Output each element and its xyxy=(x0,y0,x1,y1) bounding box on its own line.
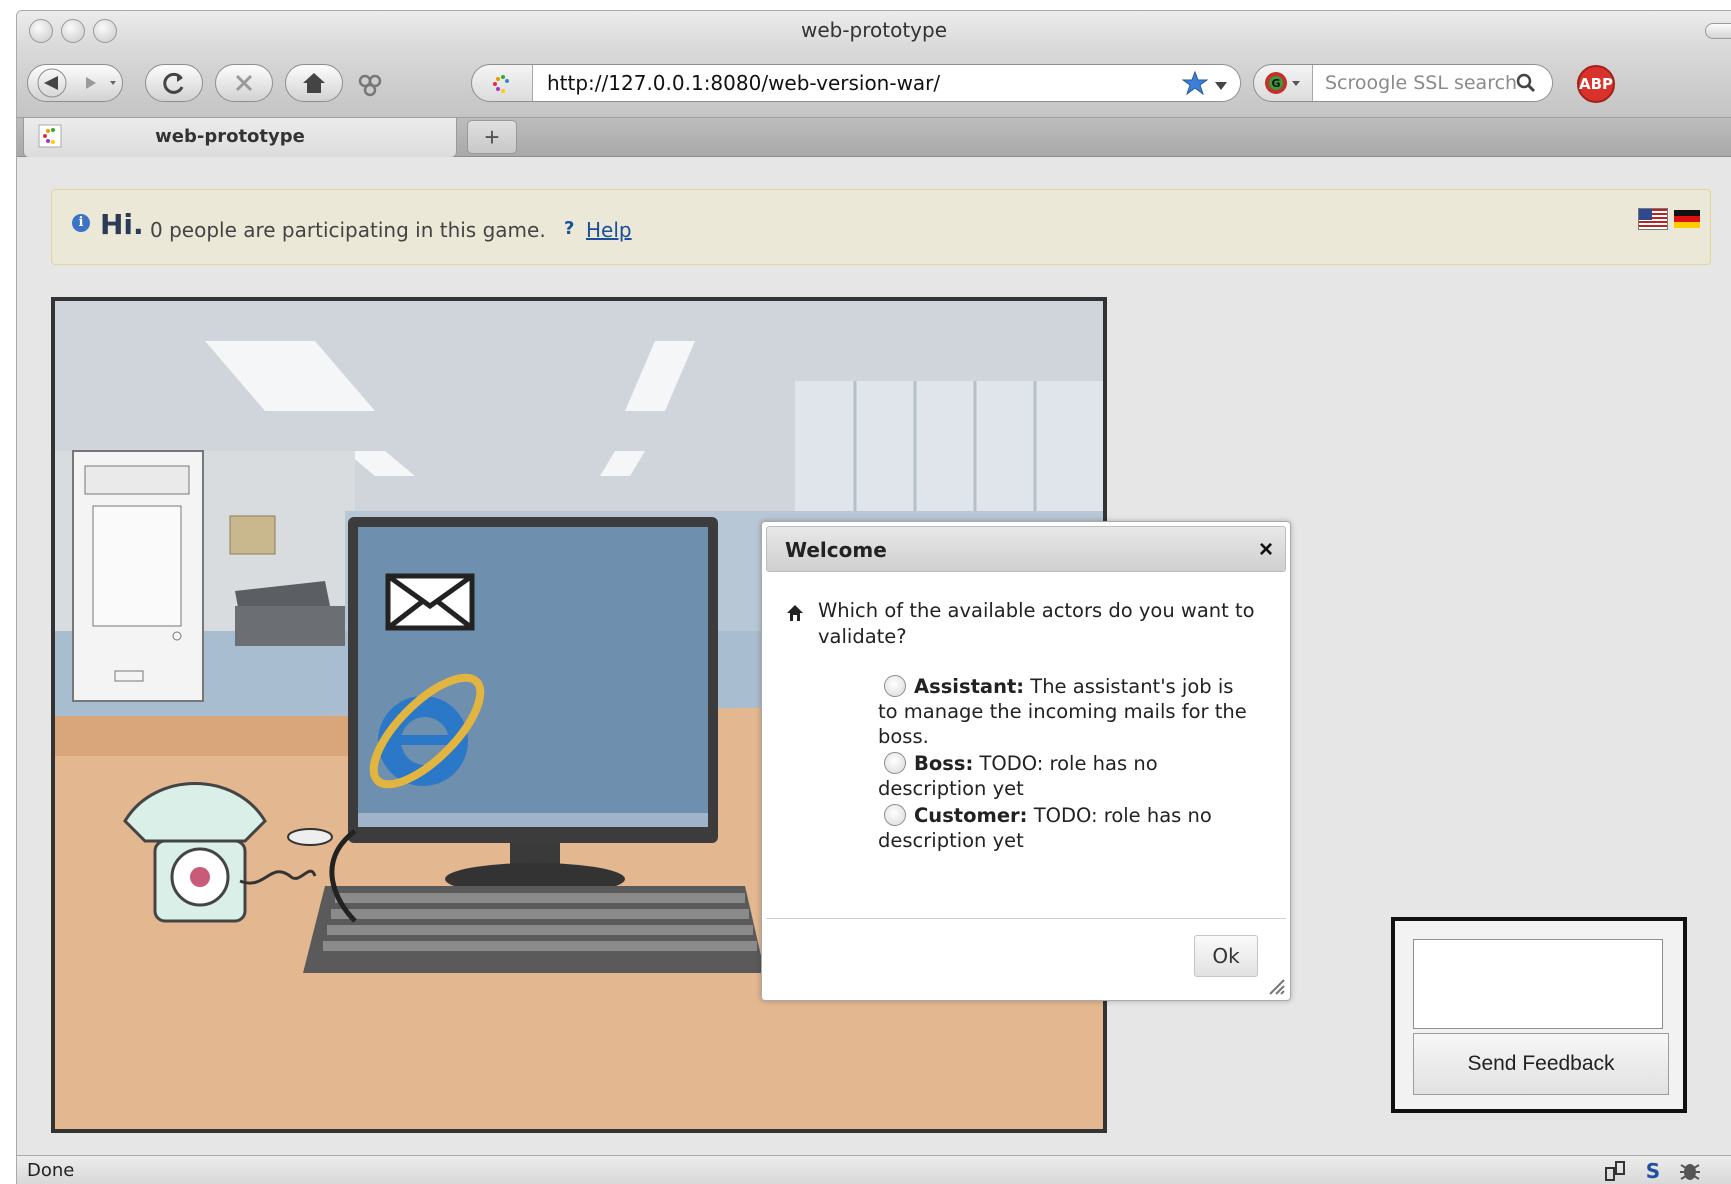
url-text: http://127.0.0.1:8080/web-version-war/ xyxy=(547,71,941,95)
status-bar: Done S xyxy=(17,1155,1731,1184)
back-arrow-icon xyxy=(44,76,58,90)
send-feedback-button[interactable]: Send Feedback xyxy=(1413,1033,1669,1095)
close-window-button[interactable] xyxy=(29,19,53,43)
dialog-title-bar[interactable]: Welcome × xyxy=(766,526,1286,572)
dialog-title: Welcome xyxy=(785,538,887,562)
option-name: Customer: xyxy=(914,804,1028,827)
resize-grip-icon[interactable] xyxy=(1266,976,1286,996)
welcome-dialog: Welcome × Which of the available actors … xyxy=(761,521,1291,1001)
radio-boss[interactable] xyxy=(884,752,906,774)
zoom-window-button[interactable] xyxy=(93,19,117,43)
tab-label: web-prototype xyxy=(155,126,305,147)
home-icon xyxy=(303,73,325,93)
dialog-divider xyxy=(766,918,1286,919)
status-text: Done xyxy=(27,1160,75,1181)
reload-icon xyxy=(163,72,184,94)
help-link[interactable]: Help xyxy=(586,218,632,242)
option-customer[interactable]: Customer: TODO: role has no description … xyxy=(878,803,1248,853)
search-icon[interactable] xyxy=(1516,73,1536,93)
site-favicon-icon xyxy=(490,73,512,95)
svg-text:G: G xyxy=(1271,77,1280,90)
wall-picture xyxy=(229,515,276,555)
help-question-icon: ? xyxy=(564,218,575,239)
adblock-button[interactable]: ABP xyxy=(1577,65,1615,103)
svg-text:S: S xyxy=(1646,1159,1660,1183)
search-bar[interactable]: G Scroogle SSL search xyxy=(1253,64,1553,102)
german-flag-icon[interactable] xyxy=(1674,210,1700,228)
back-forward-buttons[interactable] xyxy=(27,64,123,102)
browser-window: web-prototype http://127.0.0.1:8080/web-… xyxy=(16,10,1731,1184)
option-name: Boss: xyxy=(914,752,974,775)
greeting-text: Hi. xyxy=(100,208,144,241)
actor-options: Assistant: The assistant's job is to man… xyxy=(878,674,1248,855)
radio-assistant[interactable] xyxy=(884,675,906,697)
bookmark-star-icon[interactable] xyxy=(1181,70,1209,96)
feedback-textarea[interactable] xyxy=(1413,939,1663,1029)
info-notice: i Hi. 0 people are participating in this… xyxy=(51,189,1711,265)
minimize-window-button[interactable] xyxy=(61,19,85,43)
radio-customer[interactable] xyxy=(884,804,906,826)
info-icon: i xyxy=(72,214,90,232)
search-input[interactable]: Scroogle SSL search xyxy=(1312,65,1552,101)
stop-icon xyxy=(235,74,253,92)
navigation-toolbar: http://127.0.0.1:8080/web-version-war/ G… xyxy=(17,49,1731,117)
url-dropdown-icon[interactable] xyxy=(1214,78,1228,90)
url-field[interactable]: http://127.0.0.1:8080/web-version-war/ xyxy=(532,65,1240,101)
title-bar: web-prototype xyxy=(17,11,1731,49)
feedback-widget: Send Feedback xyxy=(1391,917,1687,1113)
tab-web-prototype[interactable]: web-prototype xyxy=(23,118,457,158)
search-placeholder: Scroogle SSL search xyxy=(1325,72,1518,94)
adblock-label: ABP xyxy=(1579,75,1614,93)
option-boss[interactable]: Boss: TODO: role has no description yet xyxy=(878,751,1248,801)
page-content: i Hi. 0 people are participating in this… xyxy=(17,157,1731,1155)
new-tab-button[interactable]: + xyxy=(467,120,517,154)
home-button[interactable] xyxy=(285,64,343,102)
english-flag-icon[interactable] xyxy=(1638,208,1668,230)
toolbar-toggle-button[interactable] xyxy=(1705,23,1731,39)
dialog-close-icon[interactable]: × xyxy=(1259,527,1273,573)
reload-button[interactable] xyxy=(145,64,203,102)
bug-icon[interactable] xyxy=(1677,1159,1703,1183)
option-assistant[interactable]: Assistant: The assistant's job is to man… xyxy=(878,674,1248,749)
option-name: Assistant: xyxy=(914,675,1025,698)
participants-text: 0 people are participating in this game. xyxy=(150,218,546,242)
ok-button[interactable]: Ok xyxy=(1194,935,1258,977)
forward-arrow-icon xyxy=(86,77,96,89)
sync-s-icon[interactable]: S xyxy=(1641,1159,1665,1183)
stop-button[interactable] xyxy=(215,64,273,102)
dialog-question: Which of the available actors do you wan… xyxy=(818,599,1255,648)
search-engine-icon[interactable]: G xyxy=(1264,71,1304,95)
window-title: web-prototype xyxy=(800,18,948,42)
tab-bar: web-prototype + xyxy=(17,117,1731,158)
home-icon xyxy=(786,604,804,622)
connection-icon[interactable] xyxy=(1604,1160,1628,1182)
addon-icon[interactable] xyxy=(357,73,383,97)
address-bar[interactable]: http://127.0.0.1:8080/web-version-war/ xyxy=(471,64,1241,102)
